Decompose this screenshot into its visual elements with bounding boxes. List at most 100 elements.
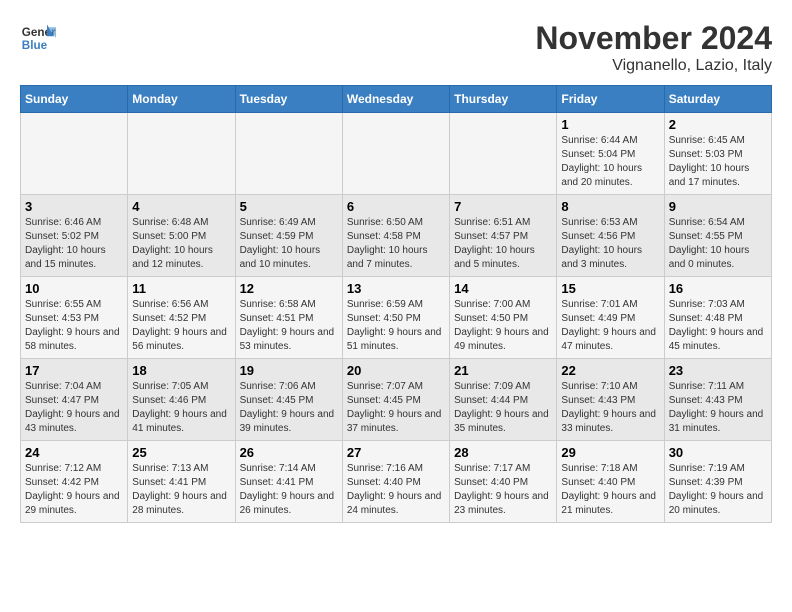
table-row: 15 Sunrise: 7:01 AM Sunset: 4:49 PM Dayli… (557, 277, 664, 359)
table-row (450, 113, 557, 195)
day-info: Sunrise: 7:14 AM Sunset: 4:41 PM Dayligh… (240, 462, 338, 518)
day-info: Sunrise: 6:58 AM Sunset: 4:51 PM Dayligh… (240, 298, 338, 354)
day-number: 19 (240, 363, 338, 378)
day-info: Sunrise: 6:59 AM Sunset: 4:50 PM Dayligh… (347, 298, 445, 354)
table-row: 18Sunrise: 7:05 AM Sunset: 4:46 PM Dayli… (128, 359, 235, 441)
day-info: Sunrise: 6:56 AM Sunset: 4:52 PM Dayligh… (132, 298, 230, 354)
table-row: 3 Sunrise: 6:46 AM Sunset: 5:02 PM Daylig… (21, 195, 128, 277)
day-number: 2 (669, 117, 767, 132)
month-title: November 2024 (535, 20, 772, 57)
day-number: 1 (561, 117, 659, 132)
logo-icon: General Blue (20, 20, 56, 56)
day-number: 17 (25, 363, 123, 378)
day-number: 23 (669, 363, 767, 378)
table-row: 29 Sunrise: 7:18 AM Sunset: 4:40 PM Dayli… (557, 441, 664, 523)
table-row: 21Sunrise: 7:09 AM Sunset: 4:44 PM Dayli… (450, 359, 557, 441)
day-number: 5 (240, 199, 338, 214)
table-row: 17 Sunrise: 7:04 AM Sunset: 4:47 PM Dayli… (21, 359, 128, 441)
day-info: Sunrise: 7:19 AM Sunset: 4:39 PM Dayligh… (669, 462, 767, 518)
day-number: 4 (132, 199, 230, 214)
day-info: Sunrise: 7:06 AM Sunset: 4:45 PM Dayligh… (240, 380, 338, 436)
table-row: 6 Sunrise: 6:50 AM Sunset: 4:58 PM Daylig… (342, 195, 449, 277)
day-info: Sunrise: 6:45 AM Sunset: 5:03 PM Dayligh… (669, 134, 767, 190)
day-info: Sunrise: 7:13 AM Sunset: 4:41 PM Dayligh… (132, 462, 230, 518)
day-number: 20 (347, 363, 445, 378)
day-number: 6 (347, 199, 445, 214)
table-row: 2 Sunrise: 6:45 AM Sunset: 5:03 PM Daylig… (664, 113, 771, 195)
header-tuesday: Tuesday (235, 86, 342, 113)
header-saturday: Saturday (664, 86, 771, 113)
day-number: 8 (561, 199, 659, 214)
table-row (128, 113, 235, 195)
table-row: 4 Sunrise: 6:48 AM Sunset: 5:00 PM Daylig… (128, 195, 235, 277)
day-info: Sunrise: 7:07 AM Sunset: 4:45 PM Dayligh… (347, 380, 445, 436)
table-row: 27 Sunrise: 7:16 AM Sunset: 4:40 PM Dayli… (342, 441, 449, 523)
header-sunday: Sunday (21, 86, 128, 113)
day-info: Sunrise: 6:46 AM Sunset: 5:02 PM Dayligh… (25, 216, 123, 272)
table-row: 9Sunrise: 6:54 AM Sunset: 4:55 PM Daylig… (664, 195, 771, 277)
day-number: 27 (347, 445, 445, 460)
table-row: 13 Sunrise: 6:59 AM Sunset: 4:50 PM Dayli… (342, 277, 449, 359)
day-number: 3 (25, 199, 123, 214)
day-info: Sunrise: 7:10 AM Sunset: 4:43 PM Dayligh… (561, 380, 659, 436)
table-row: 10 Sunrise: 6:55 AM Sunset: 4:53 PM Dayli… (21, 277, 128, 359)
day-info: Sunrise: 6:53 AM Sunset: 4:56 PM Dayligh… (561, 216, 659, 272)
table-row: 7 Sunrise: 6:51 AM Sunset: 4:57 PM Daylig… (450, 195, 557, 277)
header-friday: Friday (557, 86, 664, 113)
day-number: 9 (669, 199, 767, 214)
svg-text:Blue: Blue (22, 39, 48, 52)
table-row: 12Sunrise: 6:58 AM Sunset: 4:51 PM Dayli… (235, 277, 342, 359)
day-number: 26 (240, 445, 338, 460)
page-header: General Blue November 2024 Vignanello, L… (20, 20, 772, 75)
day-number: 18 (132, 363, 230, 378)
table-row (21, 113, 128, 195)
day-info: Sunrise: 6:55 AM Sunset: 4:53 PM Dayligh… (25, 298, 123, 354)
day-number: 30 (669, 445, 767, 460)
day-number: 16 (669, 281, 767, 296)
day-number: 25 (132, 445, 230, 460)
table-row: 20 Sunrise: 7:07 AM Sunset: 4:45 PM Dayli… (342, 359, 449, 441)
table-row: 16 Sunrise: 7:03 AM Sunset: 4:48 PM Dayli… (664, 277, 771, 359)
day-number: 22 (561, 363, 659, 378)
day-info: Sunrise: 6:49 AM Sunset: 4:59 PM Dayligh… (240, 216, 338, 272)
day-info: Sunrise: 7:09 AM Sunset: 4:44 PM Dayligh… (454, 380, 552, 436)
table-row (235, 113, 342, 195)
day-number: 28 (454, 445, 552, 460)
day-number: 13 (347, 281, 445, 296)
day-info: Sunrise: 7:16 AM Sunset: 4:40 PM Dayligh… (347, 462, 445, 518)
day-info: Sunrise: 6:48 AM Sunset: 5:00 PM Dayligh… (132, 216, 230, 272)
logo: General Blue (20, 20, 56, 56)
table-row: 1Sunrise: 6:44 AM Sunset: 5:04 PM Daylig… (557, 113, 664, 195)
header-thursday: Thursday (450, 86, 557, 113)
table-row: 11Sunrise: 6:56 AM Sunset: 4:52 PM Dayli… (128, 277, 235, 359)
table-row: 22 Sunrise: 7:10 AM Sunset: 4:43 PM Dayli… (557, 359, 664, 441)
table-row: 8 Sunrise: 6:53 AM Sunset: 4:56 PM Daylig… (557, 195, 664, 277)
day-number: 10 (25, 281, 123, 296)
location: Vignanello, Lazio, Italy (535, 57, 772, 75)
day-info: Sunrise: 7:11 AM Sunset: 4:43 PM Dayligh… (669, 380, 767, 436)
calendar-table: Sunday Monday Tuesday Wednesday Thursday… (20, 85, 772, 523)
table-row: 28Sunrise: 7:17 AM Sunset: 4:40 PM Dayli… (450, 441, 557, 523)
title-area: November 2024 Vignanello, Lazio, Italy (535, 20, 772, 75)
day-info: Sunrise: 7:03 AM Sunset: 4:48 PM Dayligh… (669, 298, 767, 354)
day-info: Sunrise: 6:50 AM Sunset: 4:58 PM Dayligh… (347, 216, 445, 272)
table-row: 24Sunrise: 7:12 AM Sunset: 4:42 PM Dayli… (21, 441, 128, 523)
day-number: 29 (561, 445, 659, 460)
day-info: Sunrise: 7:00 AM Sunset: 4:50 PM Dayligh… (454, 298, 552, 354)
table-row: 30 Sunrise: 7:19 AM Sunset: 4:39 PM Dayli… (664, 441, 771, 523)
day-number: 14 (454, 281, 552, 296)
day-info: Sunrise: 7:01 AM Sunset: 4:49 PM Dayligh… (561, 298, 659, 354)
table-row: 14 Sunrise: 7:00 AM Sunset: 4:50 PM Dayli… (450, 277, 557, 359)
header-monday: Monday (128, 86, 235, 113)
table-row: 5 Sunrise: 6:49 AM Sunset: 4:59 PM Daylig… (235, 195, 342, 277)
day-number: 15 (561, 281, 659, 296)
day-info: Sunrise: 6:51 AM Sunset: 4:57 PM Dayligh… (454, 216, 552, 272)
table-row (342, 113, 449, 195)
table-row: 25 Sunrise: 7:13 AM Sunset: 4:41 PM Dayli… (128, 441, 235, 523)
table-row: 23 Sunrise: 7:11 AM Sunset: 4:43 PM Dayli… (664, 359, 771, 441)
header-wednesday: Wednesday (342, 86, 449, 113)
day-info: Sunrise: 7:18 AM Sunset: 4:40 PM Dayligh… (561, 462, 659, 518)
day-info: Sunrise: 7:12 AM Sunset: 4:42 PM Dayligh… (25, 462, 123, 518)
day-number: 7 (454, 199, 552, 214)
day-info: Sunrise: 7:04 AM Sunset: 4:47 PM Dayligh… (25, 380, 123, 436)
